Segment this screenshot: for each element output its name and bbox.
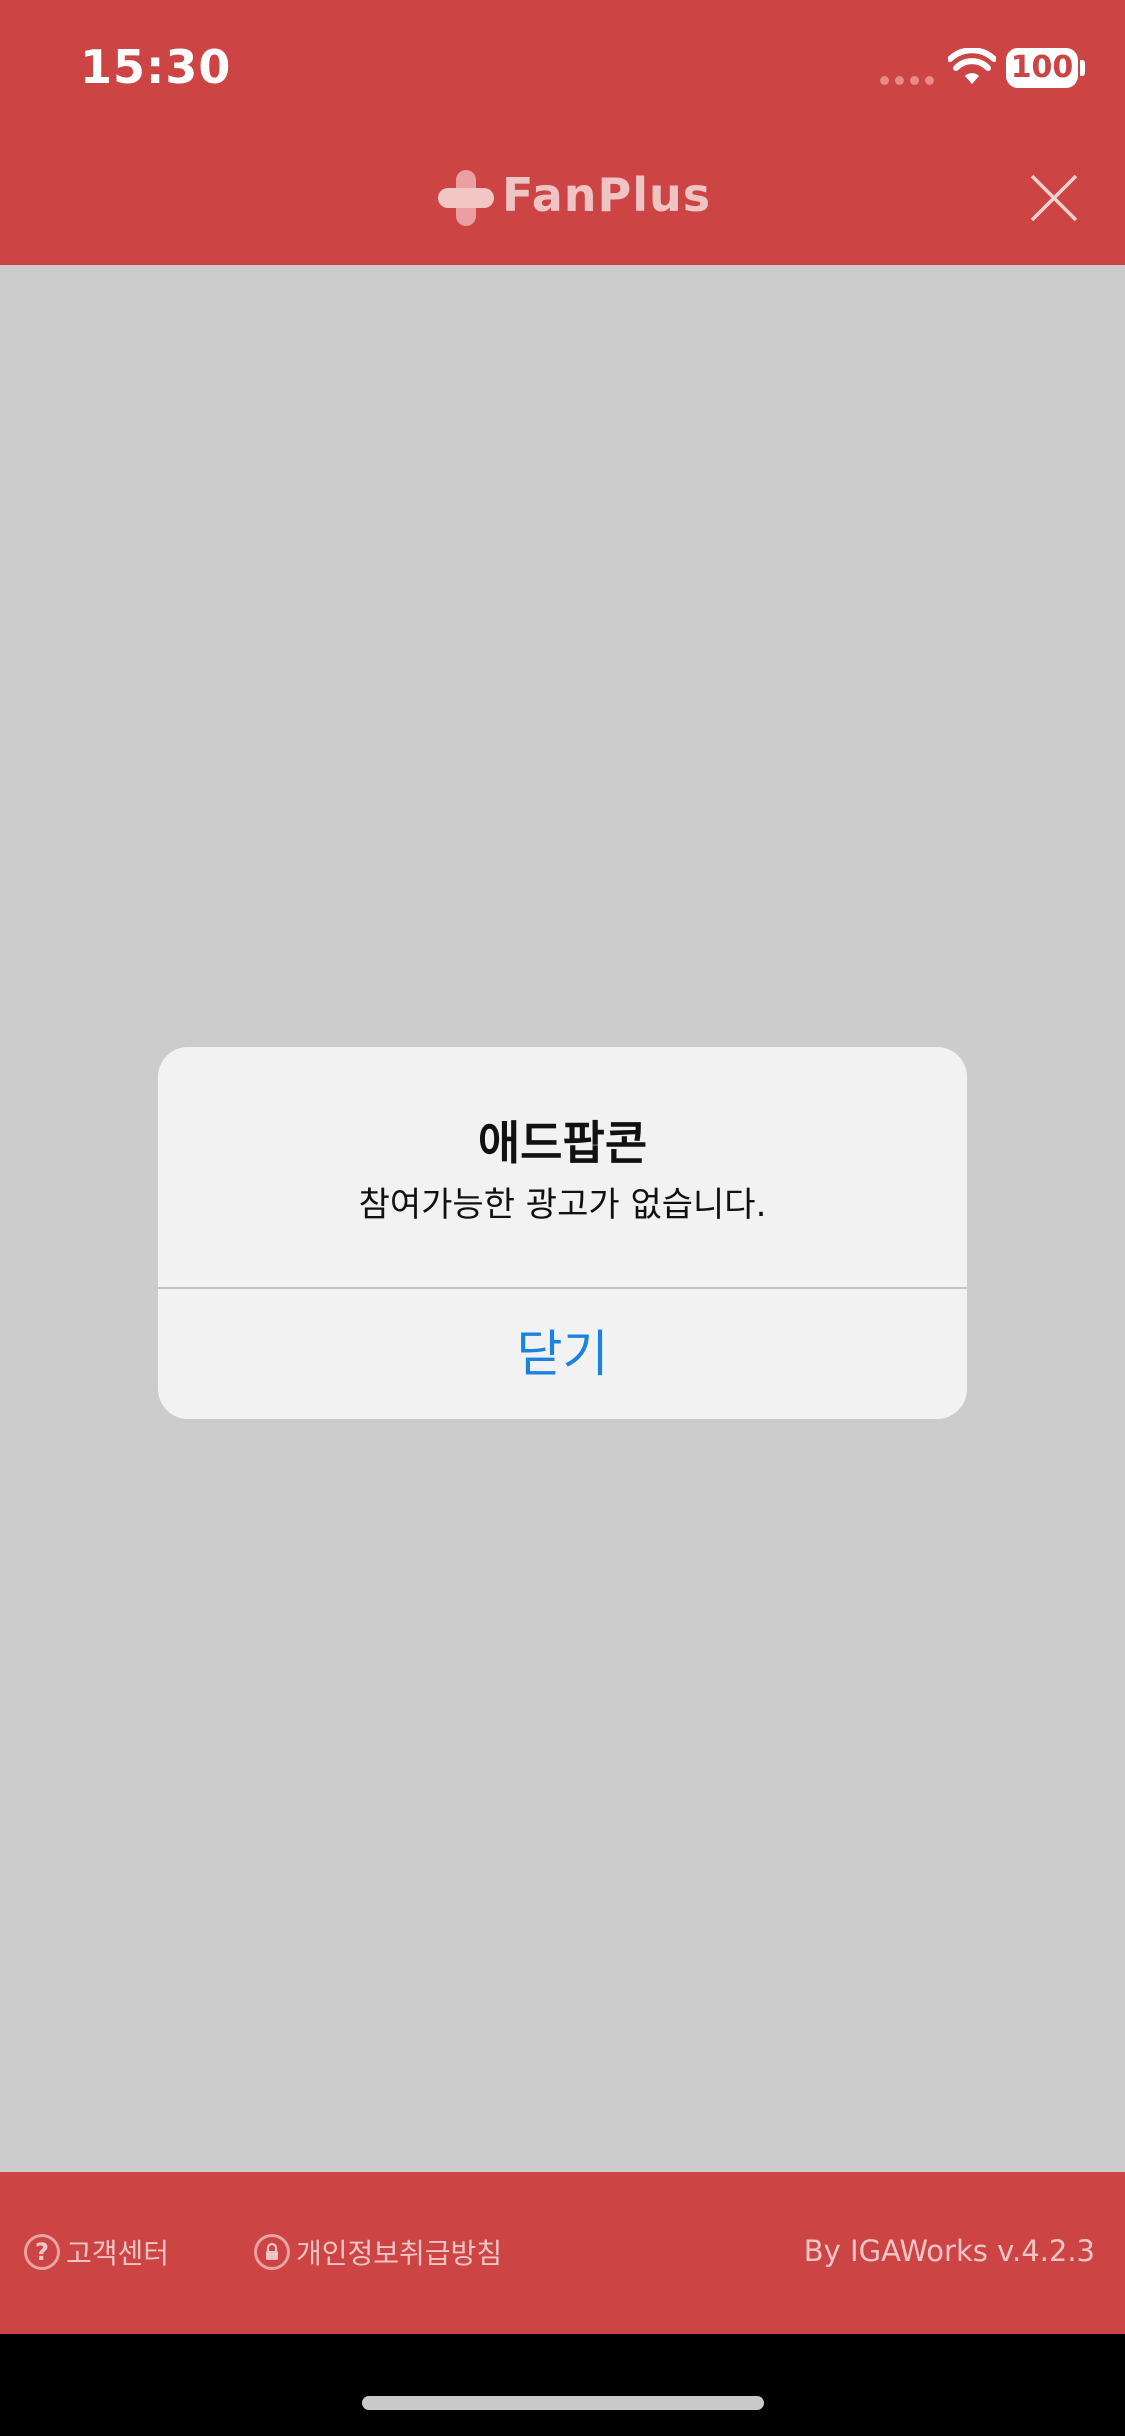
alert-title: 애드팝콘 bbox=[477, 1116, 648, 1170]
sdk-version: By IGAWorks v.4.2.3 bbox=[803, 2234, 1095, 2268]
privacy-policy-link[interactable]: 개인정보취급방침 bbox=[254, 2232, 502, 2272]
close-icon[interactable] bbox=[1026, 170, 1082, 226]
wifi-icon bbox=[948, 48, 996, 84]
customer-center-link[interactable]: ? 고객센터 bbox=[24, 2232, 169, 2272]
home-indicator-area bbox=[0, 2334, 1125, 2436]
status-time: 15:30 bbox=[80, 40, 232, 94]
alert-close-button[interactable]: 닫기 bbox=[158, 1289, 967, 1419]
privacy-policy-label: 개인정보취급방침 bbox=[296, 2237, 503, 2270]
alert-dialog: 애드팝콘 참여가능한 광고가 없습니다. 닫기 bbox=[158, 1047, 967, 1419]
fanplus-cross-logo-icon bbox=[438, 170, 494, 226]
app-header: 15:30 100 FanPlus bbox=[0, 0, 1125, 265]
battery-tip bbox=[1080, 60, 1085, 76]
customer-center-label: 고객센터 bbox=[66, 2237, 170, 2270]
lock-icon bbox=[254, 2234, 290, 2270]
help-icon: ? bbox=[24, 2234, 60, 2270]
battery-level: 100 bbox=[1010, 50, 1074, 85]
app-title: FanPlus bbox=[502, 168, 712, 222]
battery-icon: 100 bbox=[1006, 48, 1078, 88]
footer: ? 고객센터 개인정보취급방침 By IGAWorks v.4.2.3 bbox=[0, 2172, 1125, 2334]
alert-message: 참여가능한 광고가 없습니다. bbox=[358, 1185, 767, 1225]
home-indicator[interactable] bbox=[362, 2396, 764, 2410]
cellular-signal-icon bbox=[880, 76, 936, 86]
